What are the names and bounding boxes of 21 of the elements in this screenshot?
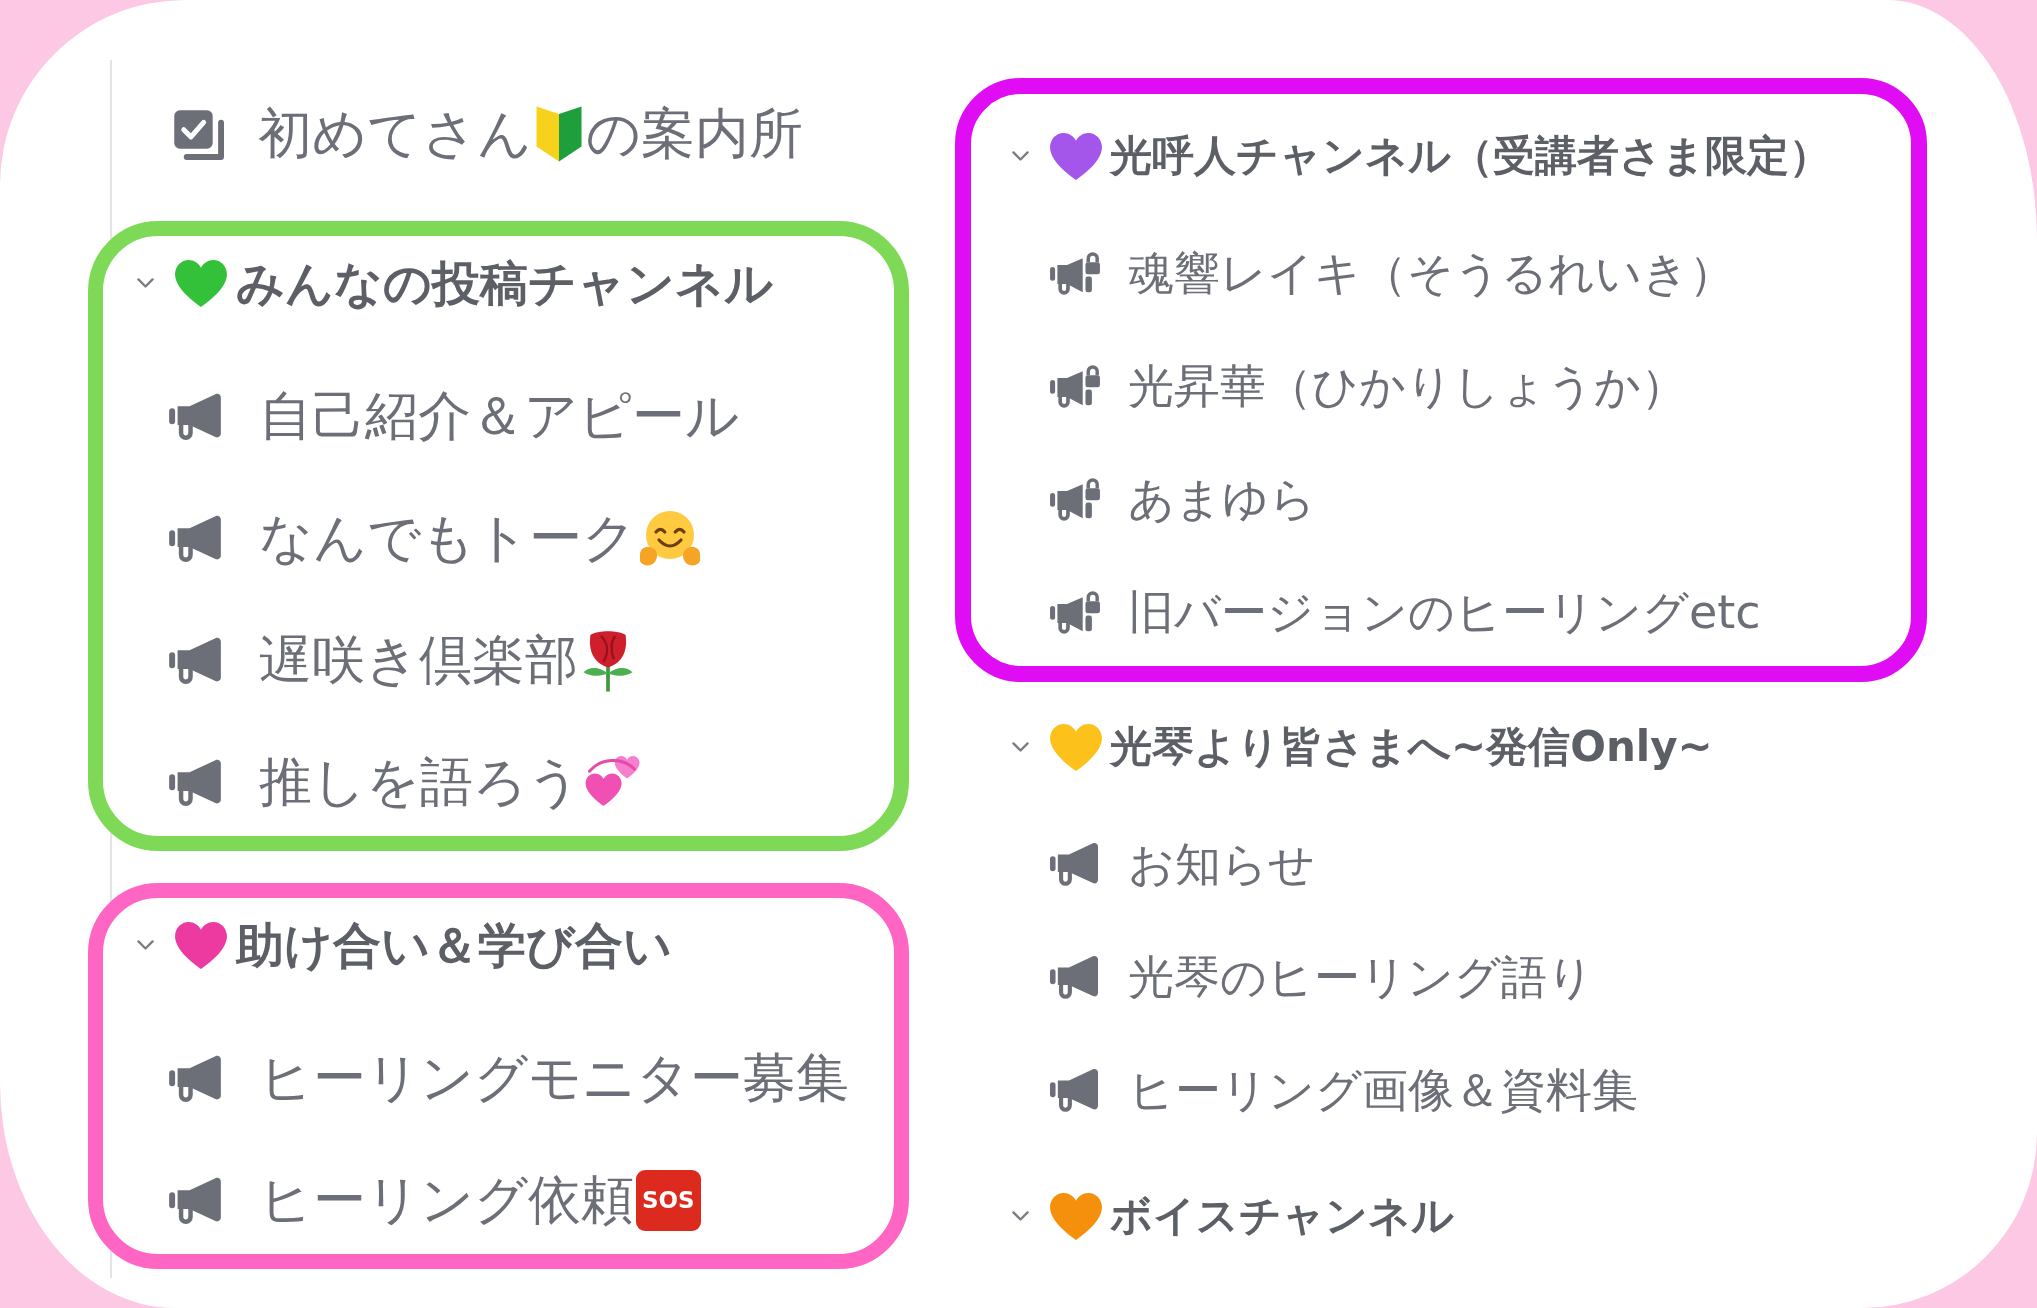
channel-link[interactable]: あまゆら [1050, 454, 1316, 544]
channel-link[interactable]: 光琴のヒーリング語り [1050, 932, 1594, 1022]
category-header[interactable]: 助け合い＆学び合い [137, 898, 672, 992]
channel-link[interactable]: 魂響レイキ（そうるれいき） [1050, 228, 1735, 318]
channel-link[interactable]: 推しを語ろう [169, 732, 645, 832]
channel-link[interactable]: 光昇華（ひかりしょうか） [1050, 341, 1687, 431]
category-header[interactable]: ボイスチャンネル [1012, 1174, 1454, 1258]
channel-link[interactable]: 自己紹介＆アピール [169, 366, 739, 466]
channel-link[interactable]: 遅咲き倶楽部 [169, 610, 638, 710]
category-header[interactable]: 光琴より皆さまへ~発信Only~ [1012, 705, 1713, 789]
beginner-mark-icon [534, 104, 584, 164]
channel-link[interactable]: お知らせ [1050, 819, 1315, 909]
category-header[interactable]: みんなの投稿チャンネル [137, 236, 773, 330]
channel-link[interactable]: 初めてさん の案内所 [172, 84, 803, 184]
checklist-icon [172, 108, 224, 160]
sos-badge: SOS [636, 1169, 701, 1231]
channel-link[interactable]: ヒーリングモニター募集 [169, 1028, 849, 1128]
channel-link[interactable]: 旧バージョンのヒーリングetc [1050, 567, 1761, 657]
category-header[interactable]: 光呼人チャンネル（受講者さま限定） [1012, 114, 1831, 198]
channel-link[interactable]: なんでもトーク [169, 488, 704, 588]
channel-link[interactable]: ヒーリング画像＆資料集 [1050, 1045, 1638, 1135]
